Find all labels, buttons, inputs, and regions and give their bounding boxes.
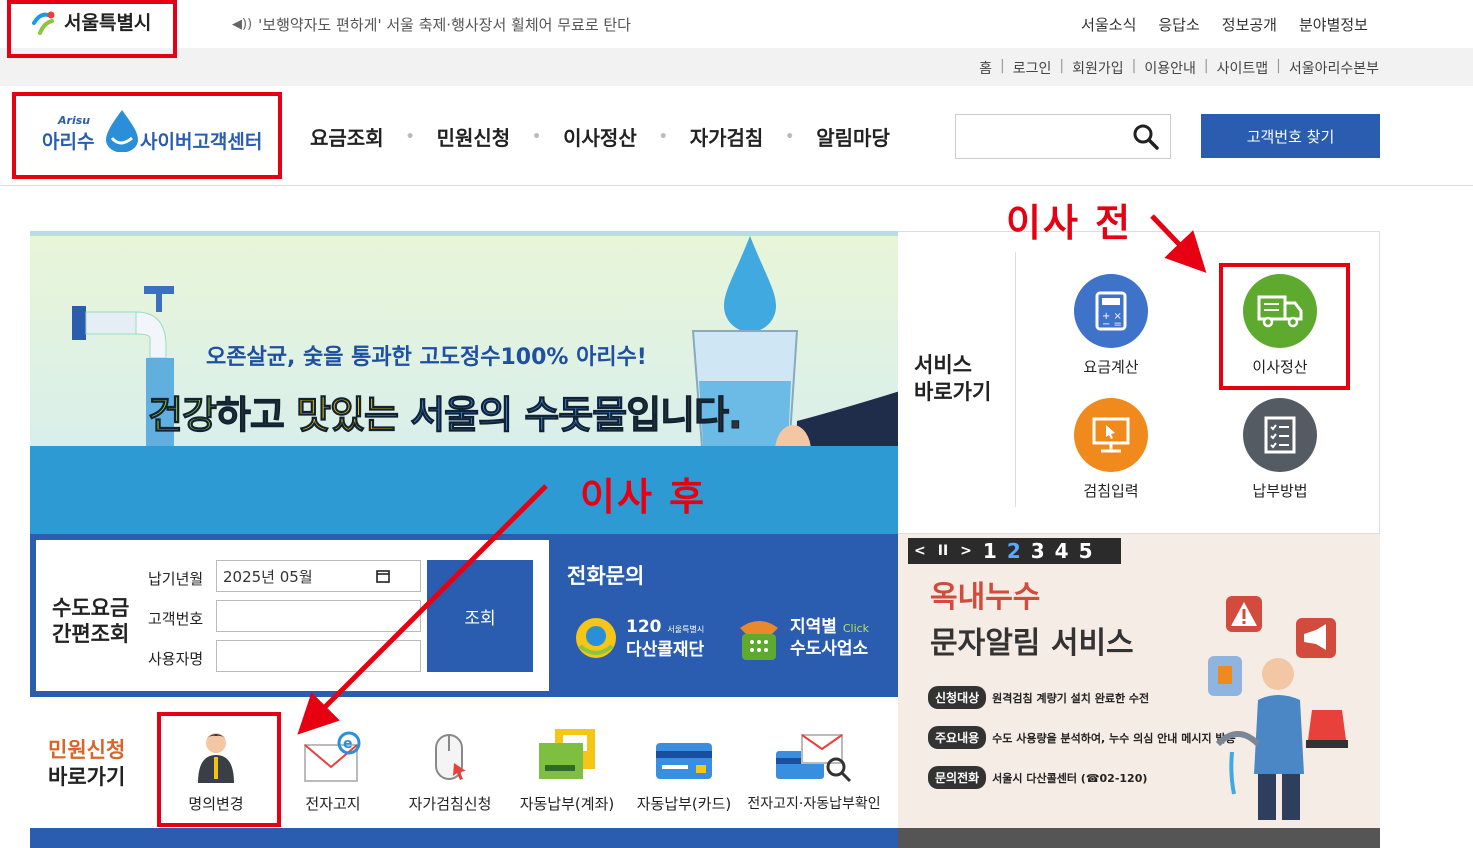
- annotation-arrows: [297, 214, 1207, 735]
- arrow-to-name-change: [297, 484, 548, 735]
- arrow-to-move-settlement: [1150, 214, 1207, 273]
